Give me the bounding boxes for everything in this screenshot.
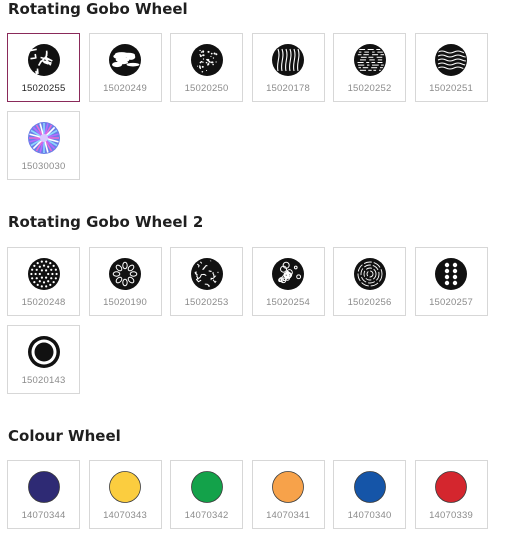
colour-option-tile[interactable]: 14070343: [88, 460, 162, 529]
gobo-stars-icon: [190, 43, 224, 77]
gobo-option-tile[interactable]: 15020249: [88, 33, 162, 102]
product-code: 14070340: [347, 510, 392, 521]
product-code: 14070344: [21, 510, 66, 521]
gobo-option-tile[interactable]: 15020248: [7, 247, 80, 316]
section-title: Rotating Gobo Wheel 2: [8, 213, 204, 231]
colour-option-tile[interactable]: 14070344: [7, 460, 80, 529]
gobo-option-tile[interactable]: 15030030: [7, 111, 80, 180]
colour-option-tile[interactable]: 14070342: [170, 460, 243, 529]
gobo-rose-icon: [353, 257, 387, 291]
gobo-option-tile[interactable]: 15020255: [7, 33, 80, 102]
gobo-option-tile[interactable]: 15020190: [88, 247, 162, 316]
gobo-shards-icon: [26, 43, 61, 77]
product-code: 15020253: [184, 297, 229, 308]
gobo-dot-matrix-icon: [434, 257, 468, 291]
colour-option-tile[interactable]: 14070340: [333, 460, 406, 529]
color-swatch-icon: [434, 470, 468, 504]
product-code: 15020249: [103, 83, 147, 94]
colour-option-tile[interactable]: 14070341: [251, 460, 325, 529]
color-swatch-icon: [271, 470, 305, 504]
gobo-option-tile[interactable]: 15020256: [333, 247, 406, 316]
color-swatch-icon: [27, 470, 61, 504]
gobo-waves-icon: [434, 43, 468, 77]
gobo-dashes-icon: [353, 43, 387, 77]
product-code: 14070339: [429, 510, 473, 521]
gobo-option-tile[interactable]: 15020250: [170, 33, 243, 102]
product-code: 15020256: [347, 297, 392, 308]
product-code: 15020250: [184, 83, 229, 94]
gobo-ring-icon: [27, 335, 61, 369]
product-code: 14070341: [266, 510, 310, 521]
product-code: 15020143: [21, 375, 66, 386]
gobo-option-tile[interactable]: 15020254: [251, 247, 325, 316]
product-code: 15020252: [347, 83, 392, 94]
section-title: Rotating Gobo Wheel: [8, 0, 188, 18]
color-swatch-icon: [353, 470, 387, 504]
product-code: 15020190: [103, 297, 147, 308]
gobo-option-tile[interactable]: 15020253: [170, 247, 243, 316]
gobo-option-tile[interactable]: 15020257: [414, 247, 488, 316]
gobo-dot-burst-icon: [27, 257, 61, 291]
gobo-flames-icon: [271, 43, 305, 77]
product-code: 15030030: [21, 161, 66, 172]
gobo-cracked-glass-icon: [190, 257, 224, 291]
product-code: 15020255: [21, 83, 66, 94]
gobo-prism-icon: [27, 121, 61, 155]
gobo-option-tile[interactable]: 15020252: [333, 33, 406, 102]
gobo-petal-ring-icon: [108, 257, 142, 291]
color-swatch-icon: [108, 470, 142, 504]
product-code: 15020257: [429, 297, 473, 308]
color-swatch-icon: [190, 470, 224, 504]
product-code: 14070342: [184, 510, 229, 521]
colour-option-tile[interactable]: 14070339: [414, 460, 488, 529]
section-title: Colour Wheel: [8, 427, 121, 445]
gobo-option-tile[interactable]: 15020143: [7, 325, 80, 394]
gobo-bubbles-icon: [271, 257, 305, 291]
product-code: 15020251: [429, 83, 473, 94]
gobo-option-tile[interactable]: 15020178: [251, 33, 325, 102]
product-code: 15020248: [21, 297, 66, 308]
gobo-option-tile[interactable]: 15020251: [414, 33, 488, 102]
product-code: 15020178: [266, 83, 310, 94]
gobo-clouds-icon: [108, 43, 142, 77]
product-code: 14070343: [103, 510, 147, 521]
product-code: 15020254: [266, 297, 310, 308]
